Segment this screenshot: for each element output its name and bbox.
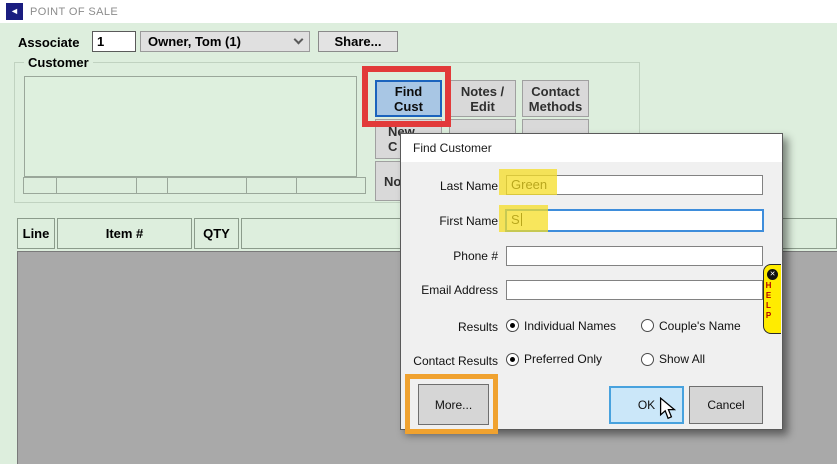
share-button[interactable]: Share... bbox=[318, 31, 398, 52]
cancel-button[interactable]: Cancel bbox=[689, 386, 763, 424]
customer-cell bbox=[296, 177, 366, 194]
customer-legend: Customer bbox=[24, 55, 93, 70]
pos-window: ◄ POINT OF SALE Associate 1 Owner, Tom (… bbox=[0, 0, 837, 464]
notes-edit-button[interactable]: Notes / Edit bbox=[449, 80, 516, 117]
window-titlebar: ◄ POINT OF SALE bbox=[0, 0, 837, 23]
phone-input[interactable] bbox=[506, 246, 763, 266]
results-individual-label: Individual Names bbox=[524, 319, 616, 333]
customer-cell bbox=[167, 177, 247, 194]
customer-cell bbox=[23, 177, 57, 194]
customer-cell bbox=[56, 177, 137, 194]
customer-display-area bbox=[24, 76, 357, 177]
contact-showall-radio[interactable] bbox=[641, 353, 654, 366]
contact-results-label: Contact Results bbox=[401, 354, 498, 368]
help-tab-label: HELP bbox=[764, 281, 781, 321]
associate-label: Associate bbox=[18, 35, 79, 50]
help-icon: ✕ bbox=[767, 269, 778, 280]
find-cust-button[interactable]: Find Cust bbox=[375, 80, 442, 117]
email-input[interactable] bbox=[506, 280, 763, 300]
find-customer-dialog: Find Customer Last Name Green First Name… bbox=[400, 133, 783, 430]
customer-info-cells bbox=[24, 177, 366, 194]
results-couple-radio[interactable] bbox=[641, 319, 654, 332]
email-label: Email Address bbox=[401, 283, 498, 297]
customer-cell bbox=[136, 177, 168, 194]
more-button[interactable]: More... bbox=[418, 384, 489, 425]
first-name-highlight bbox=[499, 205, 548, 232]
contact-methods-label-line1: Contact bbox=[531, 84, 579, 99]
dialog-titlebar[interactable]: Find Customer bbox=[401, 134, 782, 162]
associate-select[interactable]: Owner, Tom (1) bbox=[140, 31, 310, 52]
first-name-label: First Name bbox=[401, 214, 498, 228]
notes-edit-label-line2: Edit bbox=[470, 99, 495, 114]
dialog-title: Find Customer bbox=[413, 141, 492, 155]
pos-app-icon: ◄ bbox=[6, 3, 23, 20]
associate-select-value: Owner, Tom (1) bbox=[148, 34, 241, 49]
header-line: Line bbox=[17, 218, 55, 249]
contact-methods-label-line2: Methods bbox=[529, 99, 582, 114]
no-button-label: No bbox=[384, 174, 401, 189]
results-couple-label: Couple's Name bbox=[659, 319, 741, 333]
mouse-cursor-icon bbox=[659, 397, 676, 420]
notes-edit-label-line1: Notes / bbox=[461, 84, 504, 99]
last-name-highlight bbox=[499, 169, 557, 195]
find-cust-label-line1: Find bbox=[395, 84, 422, 99]
header-item: Item # bbox=[57, 218, 192, 249]
results-individual-radio[interactable] bbox=[506, 319, 519, 332]
new-cust-label-line2: C bbox=[388, 139, 397, 154]
results-label: Results bbox=[401, 320, 498, 334]
help-tab[interactable]: ✕ HELP bbox=[763, 264, 781, 334]
phone-label: Phone # bbox=[401, 249, 498, 263]
customer-cell bbox=[246, 177, 297, 194]
associate-number-input[interactable]: 1 bbox=[92, 31, 136, 52]
find-cust-label-line2: Cust bbox=[394, 99, 423, 114]
contact-showall-label: Show All bbox=[659, 352, 705, 366]
window-title: POINT OF SALE bbox=[30, 6, 118, 18]
last-name-label: Last Name bbox=[401, 179, 498, 193]
header-qty: QTY bbox=[194, 218, 239, 249]
contact-preferred-radio[interactable] bbox=[506, 353, 519, 366]
contact-methods-button[interactable]: Contact Methods bbox=[522, 80, 589, 117]
chevron-down-icon bbox=[294, 35, 304, 45]
contact-preferred-label: Preferred Only bbox=[524, 352, 602, 366]
